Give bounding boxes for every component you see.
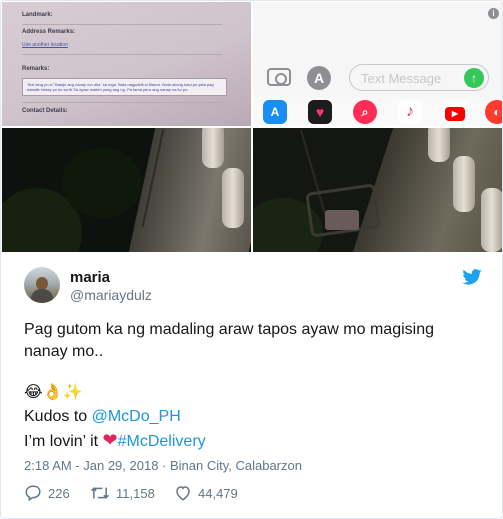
form-remarks-text: Text lang po si "Balajo ang nanay mo dit… [27,82,214,92]
baluster [481,188,502,252]
reply-count: 226 [48,485,70,501]
image-search-icon: ⌕ [353,100,377,124]
imessage-app-tray: A ♥ ⌕ ♪ ▶ ◐ [253,97,502,126]
tweet-card: Landmark: Address Remarks: Use another l… [0,0,503,519]
baluster [428,128,450,162]
food-bag-shape [325,210,359,230]
twitter-bird-icon[interactable] [462,269,482,285]
lovin-text: I’m lovin’ it [24,433,103,450]
like-button[interactable]: 44,479 [174,484,238,502]
reply-icon [25,485,41,502]
form-contact-label: Contact Details: [22,108,68,114]
send-arrow-icon: ↑ [464,68,484,88]
tweet-emoji-line: 😂👌✨ [24,382,83,401]
user-handle[interactable]: @mariaydulz [70,287,152,303]
info-icon: i [488,8,499,19]
app-store-icon: A [263,100,287,124]
baluster [202,128,224,168]
form-divider [22,102,222,103]
baluster [222,168,244,228]
media-photo-imessage[interactable]: i A Text Message ↑ A ♥ ⌕ ♪ ▶ ◐ [253,2,502,126]
form-divider [22,24,222,25]
foliage-shape [62,148,142,218]
app-store-icon: A [307,66,331,90]
retweet-button[interactable]: 11,158 [90,484,155,502]
form-divider [22,54,222,55]
baluster [453,156,475,212]
tweet-kudos-line: Kudos to @McDo_PH [24,408,181,426]
form-remarks-box: Text lang po si "Balajo ang nanay mo dit… [22,78,227,96]
avatar[interactable] [24,267,60,303]
tweet-media-grid[interactable]: Landmark: Address Remarks: Use another l… [2,2,502,252]
media-photo-night-porch[interactable] [2,128,251,252]
tweet-lovin-line: I’m lovin’ it ❤#McDelivery [24,430,206,451]
camera-icon [267,68,291,86]
tweet-timestamp[interactable]: 2:18 AM - Jan 29, 2018 · Binan City, Cal… [24,458,302,473]
reply-button[interactable]: 226 [24,484,70,502]
music-icon: ♪ [398,100,422,124]
form-landmark-label: Landmark: [22,12,53,18]
form-use-another-link: Use another location [22,42,68,48]
like-heart-icon [176,486,190,501]
mention-link[interactable]: @McDo_PH [92,408,181,425]
display-name[interactable]: maria [70,269,110,286]
tweet-text-line: Pag gutom ka ng madaling araw tapos ayaw… [24,321,434,338]
digital-touch-icon: ♥ [308,100,332,124]
retweet-count: 11,158 [116,485,155,501]
form-remarks-label: Remarks: [22,66,50,72]
imessage-text-field: Text Message ↑ [349,64,489,91]
tweet-text-line: nanay mo.. [24,343,104,360]
media-photo-order-form[interactable]: Landmark: Address Remarks: Use another l… [2,2,251,126]
like-count: 44,479 [198,485,238,501]
media-photo-basket-rope[interactable] [253,128,502,252]
form-address-remarks-label: Address Remarks: [22,29,76,35]
retweet-icon [90,487,110,499]
kudos-text: Kudos to [24,408,92,425]
more-app-icon: ◐ [485,100,502,124]
youtube-icon: ▶ [443,100,467,124]
hashtag-link[interactable]: #McDelivery [118,433,206,450]
heart-icon: ❤ [102,430,118,451]
imessage-placeholder: Text Message [361,71,442,86]
